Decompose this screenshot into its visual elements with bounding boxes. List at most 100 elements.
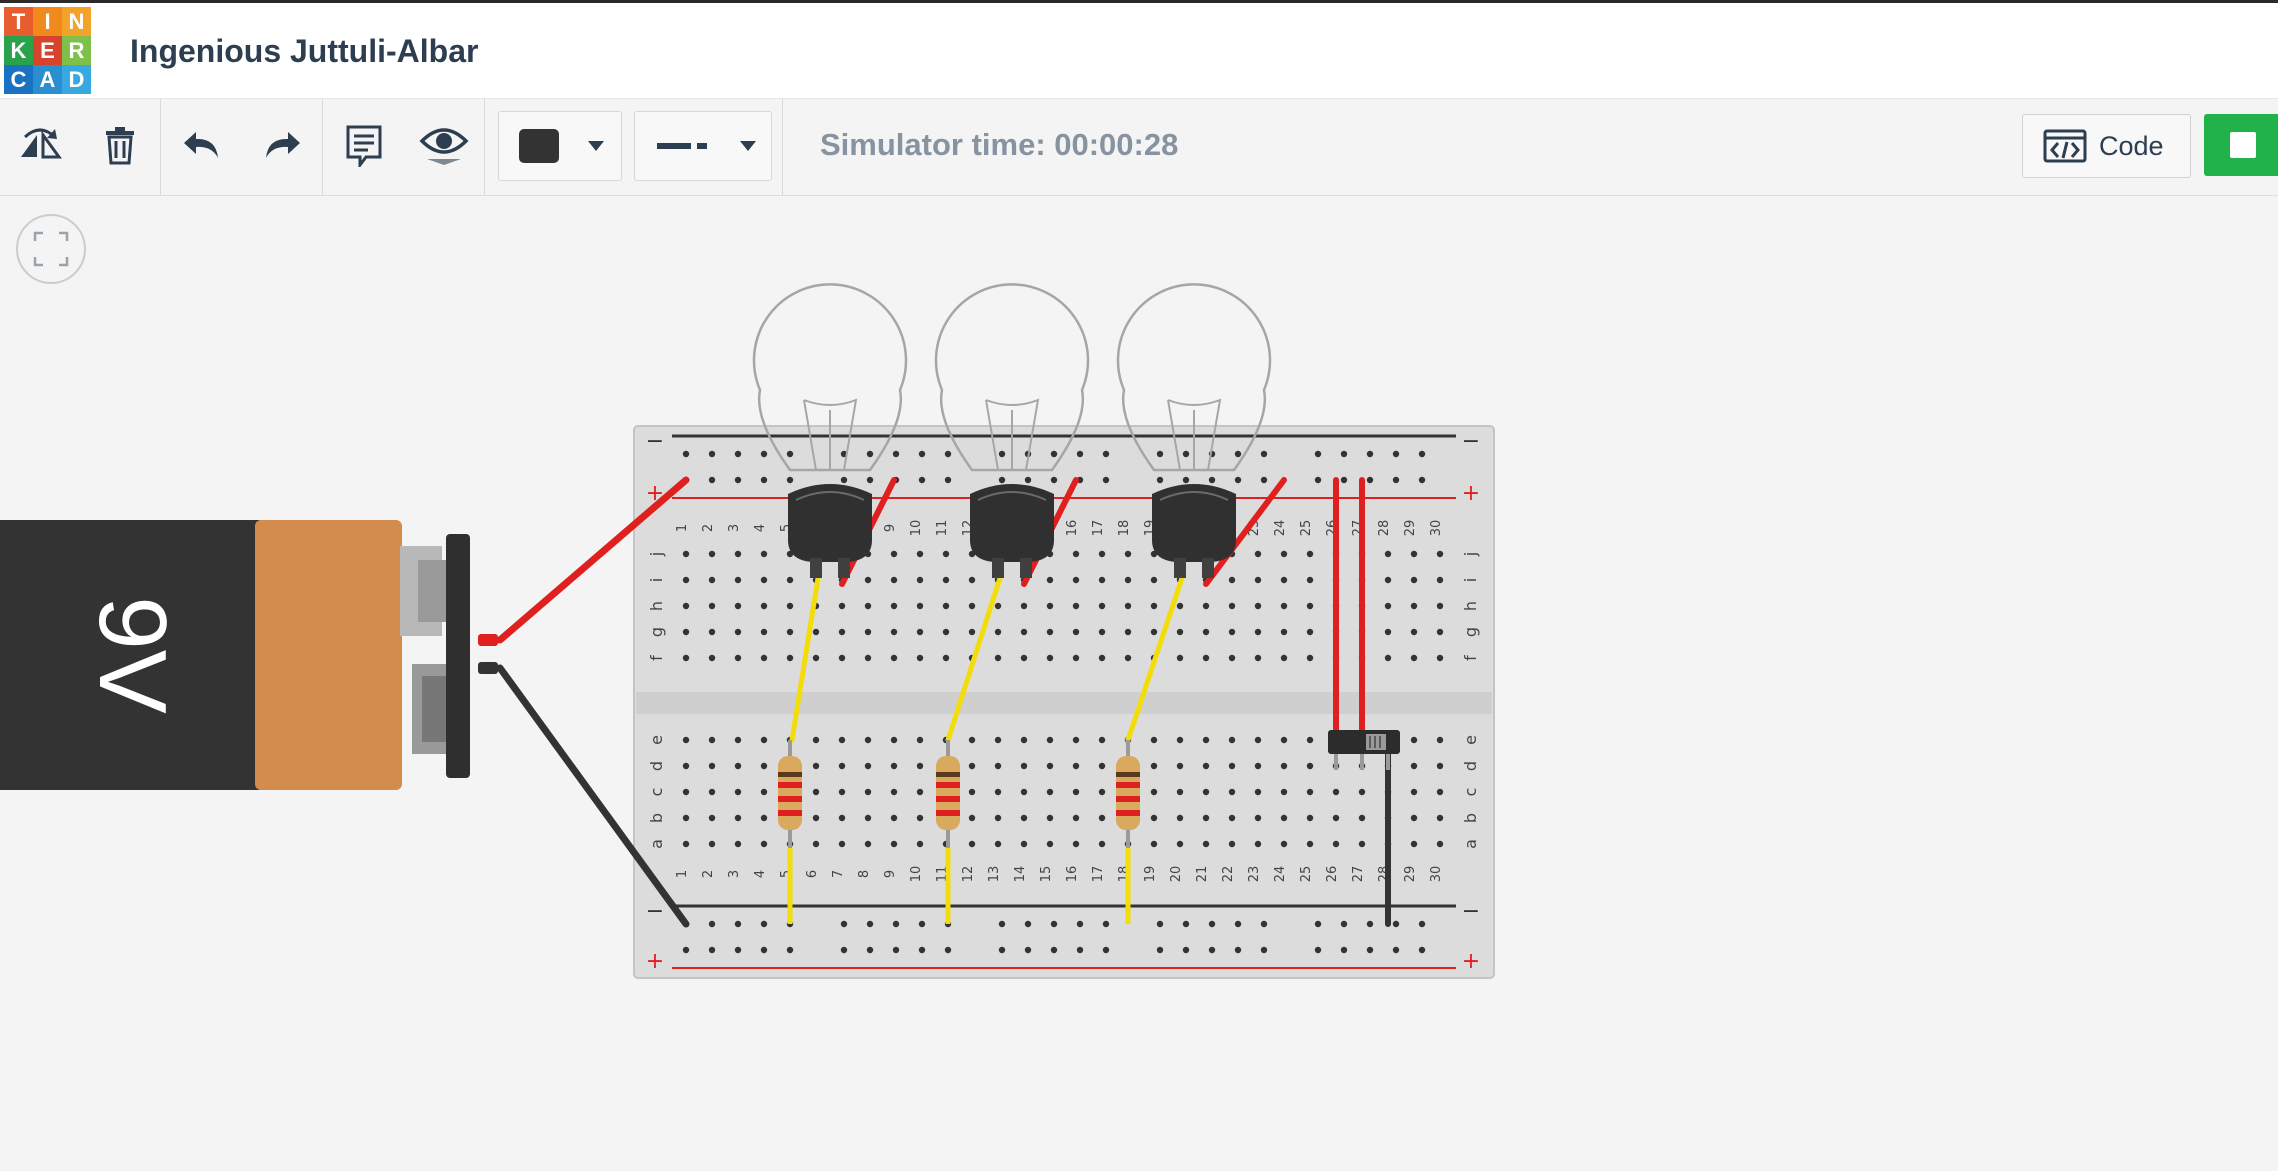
breadboard-hole [708,814,716,822]
breadboard-hole [1280,840,1288,848]
breadboard-hole [1306,628,1314,636]
breadboard-hole [1280,628,1288,636]
breadboard-hole [1150,736,1158,744]
resistor-body [778,756,802,830]
row-letter: j [647,552,666,557]
breadboard-hole [1332,840,1340,848]
rail-sign-label: + [646,949,664,974]
breadboard-hole [918,476,926,484]
breadboard-hole [1436,576,1444,584]
breadboard-hole [760,788,768,796]
resistor-band [778,782,802,788]
breadboard-hole [1254,576,1262,584]
breadboard-hole [1124,576,1132,584]
breadboard-hole [1254,736,1262,744]
row-letter: c [647,788,666,797]
breadboard-hole [760,920,768,928]
column-number: 4 [753,524,768,532]
breadboard-hole [994,814,1002,822]
breadboard-hole [1358,788,1366,796]
breadboard-hole [838,762,846,770]
breadboard-hole [1098,762,1106,770]
column-number: 24 [1273,520,1288,537]
column-number: 1 [675,524,690,532]
column-number: 16 [1065,520,1080,537]
breadboard-hole [1410,762,1418,770]
column-number: 21 [1195,866,1210,883]
breadboard-hole [812,736,820,744]
rail-sign-label: + [1462,481,1480,506]
breadboard-hole [1306,840,1314,848]
breadboard-hole [1436,602,1444,610]
breadboard-hole [1072,840,1080,848]
breadboard-hole [1150,788,1158,796]
breadboard-hole [1228,814,1236,822]
row-letter: h [1461,601,1480,611]
breadboard-hole [864,814,872,822]
breadboard-hole [1436,814,1444,822]
column-number: 19 [1143,866,1158,883]
breadboard-hole [864,576,872,584]
column-number: 25 [1299,866,1314,883]
breadboard-hole [708,576,716,584]
resistor-body [936,756,960,830]
breadboard-hole [1020,654,1028,662]
breadboard-hole [942,602,950,610]
column-number: 11 [935,520,950,537]
bulb-socket [788,484,872,562]
breadboard-hole [682,762,690,770]
breadboard-hole [708,920,716,928]
breadboard-hole [1072,628,1080,636]
breadboard-hole [1020,602,1028,610]
breadboard-hole [682,654,690,662]
breadboard-hole [942,550,950,558]
breadboard-hole [866,476,874,484]
column-number: 22 [1221,866,1236,883]
breadboard-hole [1050,946,1058,954]
breadboard-hole [994,788,1002,796]
breadboard-hole [1182,920,1190,928]
breadboard-hole [1208,476,1216,484]
breadboard-hole [1306,788,1314,796]
breadboard-hole [1124,654,1132,662]
breadboard-hole [1072,814,1080,822]
breadboard-hole [1418,920,1426,928]
breadboard-hole [998,450,1006,458]
breadboard-hole [1254,550,1262,558]
breadboard-hole [1102,476,1110,484]
column-number: 30 [1429,866,1444,883]
breadboard-hole [918,920,926,928]
row-letter: j [1461,552,1480,557]
breadboard-hole [1182,476,1190,484]
breadboard-hole [734,654,742,662]
battery-terminal-shade [422,676,448,742]
breadboard-hole [682,628,690,636]
circuit-canvas[interactable]: −−++−−++11223344556677889910101111121213… [0,0,2278,1171]
battery-9v[interactable]: 9V [0,520,498,790]
breadboard-hole [1234,476,1242,484]
breadboard-hole [944,946,952,954]
breadboard-hole [1228,602,1236,610]
breadboard-hole [1050,920,1058,928]
breadboard-hole [840,920,848,928]
breadboard-hole [1436,840,1444,848]
breadboard-hole [838,654,846,662]
breadboard-hole [968,840,976,848]
breadboard-hole [1254,814,1262,822]
breadboard-hole [734,736,742,744]
breadboard-hole [916,654,924,662]
breadboard-hole [708,762,716,770]
resistor-band [778,772,802,777]
column-number: 20 [1169,866,1184,883]
resistor-band [1116,782,1140,788]
breadboard-hole [1280,576,1288,584]
breadboard-hole [1072,654,1080,662]
column-number: 3 [727,870,742,878]
breadboard-hole [734,476,742,484]
breadboard-hole [866,946,874,954]
breadboard-hole [890,814,898,822]
breadboard-hole [760,814,768,822]
breadboard-hole [1436,654,1444,662]
row-letter: d [647,761,666,771]
column-number: 30 [1429,520,1444,537]
